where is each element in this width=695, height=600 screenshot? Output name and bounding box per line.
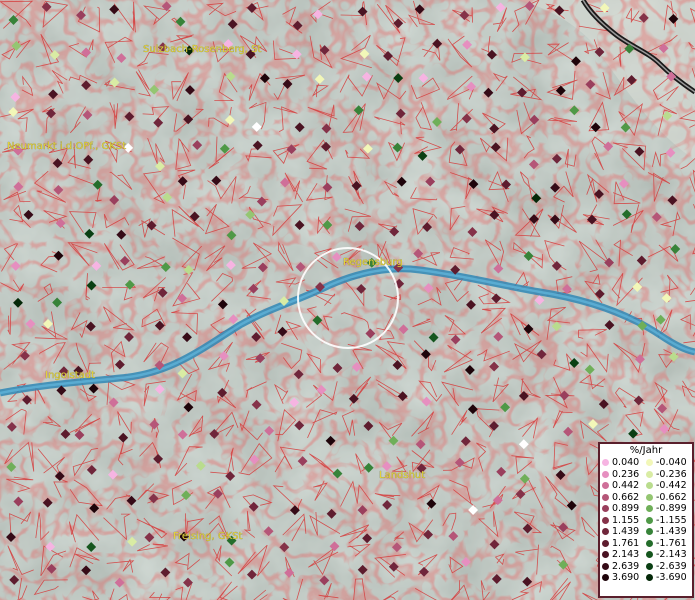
legend-label: -3.690: [656, 572, 687, 584]
legend-swatch-neg-5: [646, 516, 653, 524]
legend-row-neg: -1.439: [646, 526, 690, 538]
legend-label: 0.236: [612, 468, 640, 480]
legend-swatch-neg-6: [646, 528, 653, 536]
legend-swatch-pos-4: [602, 505, 609, 513]
legend-row-pos: 2.639: [602, 561, 646, 573]
legend-label: 0.899: [612, 503, 640, 515]
legend-row-neg: -0.662: [646, 492, 690, 504]
legend-swatch-pos-8: [602, 551, 609, 559]
legend-label: -2.143: [656, 549, 687, 561]
legend-row-neg: -0.899: [646, 503, 690, 515]
legend-row-neg: -0.040: [646, 457, 690, 469]
legend-label: -0.899: [656, 503, 687, 515]
legend-label: 2.639: [612, 560, 640, 572]
legend-row-neg: -2.143: [646, 549, 690, 561]
city-label-neumarkt: Neumarkt i.d.OPf., GKSt: [7, 141, 126, 152]
legend: %/Jahr 0.040 0.236 0.442 0.662 0.899 1.1…: [598, 442, 694, 598]
legend-row-pos: 0.236: [602, 469, 646, 481]
map-canvas[interactable]: Sulzbach-Rosenberg, St Neumarkt i.d.OPf.…: [0, 0, 695, 600]
legend-swatch-neg-3: [646, 493, 653, 501]
city-label-freising: Freising, GKSt: [173, 531, 243, 542]
legend-swatch-neg-9: [646, 562, 653, 570]
legend-row-neg: -2.639: [646, 561, 690, 573]
legend-title: %/Jahr: [629, 445, 663, 456]
legend-row-pos: 2.143: [602, 549, 646, 561]
legend-label: 0.662: [612, 491, 640, 503]
legend-swatch-neg-4: [646, 505, 653, 513]
legend-swatch-pos-9: [602, 562, 609, 570]
legend-swatch-neg-7: [646, 539, 653, 547]
legend-swatch-pos-1: [602, 470, 609, 478]
legend-swatch-pos-3: [602, 493, 609, 501]
legend-label: -1.761: [656, 537, 687, 549]
legend-label: -1.155: [656, 514, 687, 526]
legend-label: -0.662: [656, 491, 687, 503]
legend-row-neg: -1.155: [646, 515, 690, 527]
legend-swatch-pos-6: [602, 528, 609, 536]
legend-swatch-pos-10: [602, 574, 609, 582]
legend-swatch-neg-1: [646, 470, 653, 478]
legend-row-pos: 1.439: [602, 526, 646, 538]
legend-label: -0.236: [656, 468, 687, 480]
legend-label: -1.439: [656, 526, 687, 538]
legend-row-neg: -3.690: [646, 572, 690, 584]
legend-label: -0.442: [656, 480, 687, 492]
legend-row-pos: 1.761: [602, 538, 646, 550]
legend-label: 0.040: [612, 457, 640, 469]
legend-label: 3.690: [612, 572, 640, 584]
legend-swatch-neg-2: [646, 482, 653, 490]
city-label-regensburg: Regensburg: [343, 257, 403, 268]
legend-label: 2.143: [612, 549, 640, 561]
legend-row-neg: -0.442: [646, 480, 690, 492]
legend-row-pos: 3.690: [602, 572, 646, 584]
legend-label: -0.040: [656, 457, 687, 469]
legend-row-neg: -0.236: [646, 469, 690, 481]
legend-row-pos: 1.155: [602, 515, 646, 527]
city-label-ingolstadt: Ingolstadt: [45, 370, 95, 381]
legend-row-neg: -1.761: [646, 538, 690, 550]
city-label-sulzbach: Sulzbach-Rosenberg, St: [143, 44, 261, 55]
legend-swatch-neg-0: [646, 459, 653, 467]
legend-row-pos: 0.662: [602, 492, 646, 504]
legend-positive-column: 0.040 0.236 0.442 0.662 0.899 1.155 1.43…: [602, 457, 646, 584]
legend-swatch-pos-5: [602, 516, 609, 524]
legend-swatch-pos-2: [602, 482, 609, 490]
legend-row-pos: 0.040: [602, 457, 646, 469]
legend-swatch-neg-8: [646, 551, 653, 559]
legend-row-pos: 0.899: [602, 503, 646, 515]
legend-label: 0.442: [612, 480, 640, 492]
legend-swatch-pos-7: [602, 539, 609, 547]
legend-row-pos: 0.442: [602, 480, 646, 492]
legend-swatch-pos-0: [602, 459, 609, 467]
legend-label: 1.155: [612, 514, 640, 526]
legend-swatch-neg-10: [646, 574, 653, 582]
legend-negative-column: -0.040 -0.236 -0.442 -0.662 -0.899 -1.15…: [646, 457, 690, 584]
legend-label: 1.439: [612, 526, 640, 538]
city-label-landshut: Landshut: [379, 470, 425, 481]
legend-label: -2.639: [656, 560, 687, 572]
legend-label: 1.761: [612, 537, 640, 549]
